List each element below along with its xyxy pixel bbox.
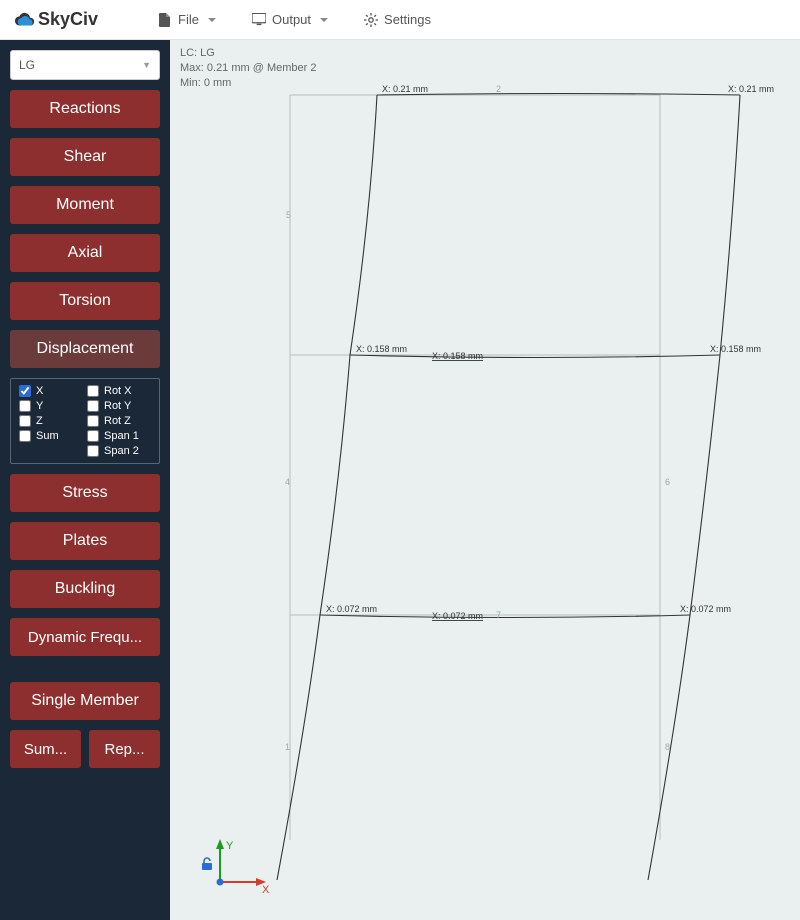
top-menu: File Output Settings — [158, 12, 431, 27]
svg-text:6: 6 — [665, 477, 670, 487]
svg-text:2: 2 — [496, 84, 501, 94]
option-rotx[interactable]: Rot X — [87, 385, 151, 397]
sidebar: LG ▼ Reactions Shear Moment Axial Torsio… — [0, 40, 170, 920]
plates-button[interactable]: Plates — [10, 522, 160, 560]
structural-model: X: 0.21 mm X: 0.21 mm X: 0.158 mm X: 0.1… — [170, 40, 800, 920]
svg-text:X: 0.21 mm: X: 0.21 mm — [728, 84, 774, 94]
reactions-button[interactable]: Reactions — [10, 90, 160, 128]
svg-text:5: 5 — [286, 210, 291, 220]
menu-file[interactable]: File — [158, 12, 216, 27]
monitor-icon — [252, 13, 266, 27]
model-canvas[interactable]: LC: LG Max: 0.21 mm @ Member 2 Min: 0 mm — [170, 40, 800, 920]
svg-text:1: 1 — [285, 742, 290, 752]
option-x[interactable]: X — [19, 385, 83, 397]
chevron-down-icon: ▼ — [142, 60, 151, 70]
svg-text:X: 0.072 mm: X: 0.072 mm — [432, 611, 483, 621]
svg-text:7: 7 — [496, 610, 501, 620]
brand-logo: SkyCiv — [14, 9, 98, 31]
buckling-button[interactable]: Buckling — [10, 570, 160, 608]
load-case-select[interactable]: LG ▼ — [10, 50, 160, 80]
svg-text:X: X — [262, 884, 270, 896]
option-rotz[interactable]: Rot Z — [87, 415, 151, 427]
cloud-icon — [14, 9, 36, 31]
brand-text: SkyCiv — [38, 9, 98, 30]
shear-button[interactable]: Shear — [10, 138, 160, 176]
option-span1[interactable]: Span 1 — [87, 430, 151, 442]
axis-triad: Y X — [202, 837, 272, 902]
option-span2[interactable]: Span 2 — [87, 445, 151, 457]
svg-text:X: 0.158 mm: X: 0.158 mm — [356, 344, 407, 354]
chevron-down-icon — [208, 18, 216, 22]
axial-button[interactable]: Axial — [10, 234, 160, 272]
svg-text:X: 0.21 mm: X: 0.21 mm — [382, 84, 428, 94]
file-icon — [158, 13, 172, 27]
stress-button[interactable]: Stress — [10, 474, 160, 512]
topbar: SkyCiv File Output Settings — [0, 0, 800, 40]
option-sum[interactable]: Sum — [19, 430, 83, 442]
svg-text:X: 0.072 mm: X: 0.072 mm — [326, 604, 377, 614]
option-roty[interactable]: Rot Y — [87, 400, 151, 412]
menu-settings[interactable]: Settings — [364, 12, 431, 27]
svg-text:Y: Y — [226, 840, 234, 852]
moment-button[interactable]: Moment — [10, 186, 160, 224]
chevron-down-icon — [320, 18, 328, 22]
displacement-button[interactable]: Displacement — [10, 330, 160, 368]
option-y[interactable]: Y — [19, 400, 83, 412]
report-button[interactable]: Rep... — [89, 730, 160, 768]
torsion-button[interactable]: Torsion — [10, 282, 160, 320]
summary-button[interactable]: Sum... — [10, 730, 81, 768]
svg-text:X: 0.158 mm: X: 0.158 mm — [710, 344, 761, 354]
option-z[interactable]: Z — [19, 415, 83, 427]
dynamic-frequency-button[interactable]: Dynamic Frequ... — [10, 618, 160, 656]
single-member-button[interactable]: Single Member — [10, 682, 160, 720]
menu-output[interactable]: Output — [252, 12, 328, 27]
displacement-options: X Y Z Sum Rot X Rot Y Rot Z Span 1 Span … — [10, 378, 160, 464]
svg-text:X: 0.158 mm: X: 0.158 mm — [432, 351, 483, 361]
svg-text:X: 0.072 mm: X: 0.072 mm — [680, 604, 731, 614]
svg-text:8: 8 — [665, 742, 670, 752]
svg-text:4: 4 — [285, 477, 290, 487]
gear-icon — [364, 13, 378, 27]
